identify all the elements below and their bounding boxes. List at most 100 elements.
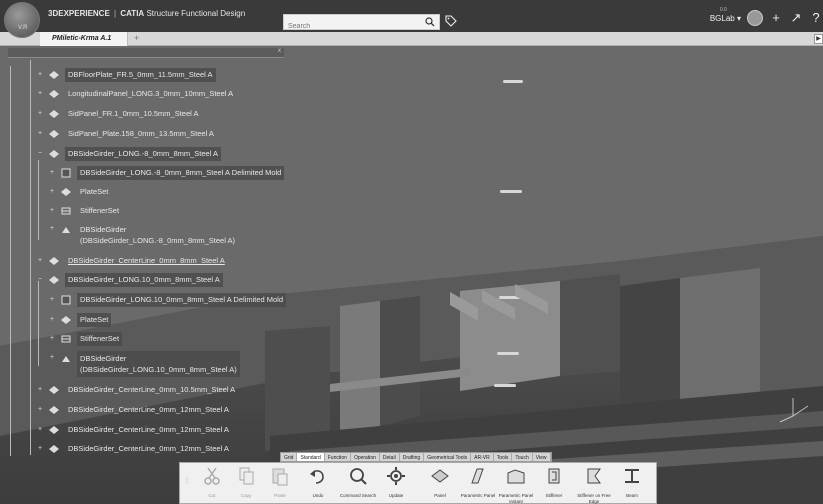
- expand-icon[interactable]: +: [50, 316, 57, 323]
- tree-node[interactable]: + SidPanel_Plate.158_0mm_13.5mm_Steel A: [38, 127, 217, 141]
- tree-node-label: DBSideGirder_LONG.-8_0mm_8mm_Steel A: [65, 147, 222, 161]
- expand-icon[interactable]: +: [38, 445, 45, 452]
- tree-node-label: LongitudinalPanel_LONG.3_0mm_10mm_Steel …: [68, 89, 234, 98]
- tab-document[interactable]: PMiletic-Krma A.1: [40, 32, 128, 46]
- expand-icon[interactable]: +: [38, 110, 45, 117]
- collapse-icon[interactable]: −: [38, 150, 45, 157]
- avatar[interactable]: [747, 10, 763, 26]
- close-icon[interactable]: x: [278, 48, 281, 54]
- tab-view[interactable]: View: [533, 453, 551, 461]
- tenant-sup: 0.0: [719, 6, 727, 13]
- tab-function[interactable]: Function: [325, 453, 351, 461]
- tree-node-label-line2: (DBSideGirder_LONG.10_0mm_8mm_Steel A): [80, 365, 237, 374]
- stiffener-button[interactable]: Stiffener: [534, 465, 574, 499]
- brand-prefix: 3DEXPERIENCE: [48, 9, 110, 18]
- expand-icon[interactable]: +: [50, 335, 57, 342]
- tree-node[interactable]: + DBSideGirder_LONG.10_0mm_8mm_Steel A De…: [50, 293, 287, 307]
- tenant-label: BGLab: [709, 13, 735, 23]
- stiffener-free-edge-button[interactable]: Stiffener on Free Edge: [574, 465, 614, 504]
- expand-icon[interactable]: +: [38, 426, 45, 433]
- tree-node-label: SidPanel_FR.1_0mm_10.5mm_Steel A: [68, 109, 199, 118]
- tree-node[interactable]: − DBSideGirder_LONG.-8_0mm_8mm_Steel A: [38, 147, 222, 161]
- tab-detail[interactable]: Detail: [380, 453, 400, 461]
- add-tab-button[interactable]: +: [134, 33, 139, 43]
- tag-icon[interactable]: [445, 15, 457, 27]
- plate-icon: [49, 406, 59, 414]
- tree-node-label: PlateSet: [80, 187, 109, 196]
- drag-handle-icon[interactable]: ⋮: [184, 477, 190, 484]
- expand-icon[interactable]: +: [38, 130, 45, 137]
- tree-node[interactable]: + DBSideGirder (DBSideGirder_LONG.10_0mm_8…: [50, 351, 240, 377]
- tab-grid[interactable]: Grid: [281, 453, 298, 461]
- expand-icon[interactable]: +: [38, 386, 45, 393]
- tree-node-label: DBSideGirder_CenterLine_0mm_12mm_Steel A: [68, 425, 229, 434]
- parametric-panel-icon: [471, 468, 484, 484]
- command-search-label: Command Search: [339, 493, 377, 498]
- top-right-tools: 0.0 BGLab ▾ + ↗ ?: [710, 6, 823, 30]
- tree-node[interactable]: + DBFloorPlate_FR.5_0mm_11.5mm_Steel A: [38, 68, 216, 82]
- tree-node[interactable]: + LongitudinalPanel_LONG.3_0mm_10mm_Steel…: [38, 87, 236, 101]
- update-label: Update: [388, 493, 404, 498]
- help-icon[interactable]: ?: [809, 11, 823, 25]
- panel-toggle-icon[interactable]: ▶: [814, 34, 823, 44]
- expand-icon[interactable]: +: [50, 169, 57, 176]
- collapse-icon[interactable]: −: [38, 276, 45, 283]
- expand-icon[interactable]: +: [38, 257, 45, 264]
- tree-connector: [38, 281, 39, 366]
- tab-drafting[interactable]: Drafting: [400, 453, 425, 461]
- add-icon[interactable]: +: [769, 11, 783, 25]
- expand-icon[interactable]: +: [38, 90, 45, 97]
- search-icon[interactable]: [425, 17, 435, 27]
- tree-node[interactable]: + DBSideGirder_CenterLine_0mm_10.5mm_Stee…: [38, 383, 238, 397]
- tree-node[interactable]: + StiffenerSet: [50, 332, 123, 346]
- tree-node[interactable]: + DBSideGirder_CenterLine_0mm_12mm_Steel …: [38, 403, 232, 417]
- stiffenerset-icon: [61, 335, 71, 343]
- expand-icon[interactable]: +: [50, 207, 57, 214]
- undo-button[interactable]: Undo: [298, 465, 338, 499]
- paste-button[interactable]: Paste: [260, 465, 300, 499]
- tree-connector: [10, 66, 11, 456]
- tab-geometrical-tools[interactable]: Geometrical Tools: [424, 453, 472, 461]
- plateset-icon: [61, 188, 71, 196]
- tree-node-label: SidPanel_Plate.158_0mm_13.5mm_Steel A: [68, 129, 214, 138]
- beam-button[interactable]: Beam: [612, 465, 652, 499]
- plate-icon: [49, 257, 59, 265]
- tab-ar-vr[interactable]: AR-VR: [471, 453, 494, 461]
- compass-icon[interactable]: V.R: [4, 2, 40, 38]
- tree-node[interactable]: + DBSideGirder_CenterLine_0mm_12mm_Steel …: [38, 423, 232, 437]
- tab-tools[interactable]: Tools: [494, 453, 513, 461]
- tree-node[interactable]: + SidPanel_FR.1_0mm_10.5mm_Steel A: [38, 107, 202, 121]
- tab-touch[interactable]: Touch: [512, 453, 533, 461]
- parametric-panel-instant-button[interactable]: Parametric Panel Instant: [496, 465, 536, 504]
- tenant-selector[interactable]: 0.0 BGLab ▾: [709, 7, 741, 23]
- tree-node[interactable]: + PlateSet: [50, 185, 111, 199]
- stiffener-icon: [548, 468, 560, 484]
- tab-operation[interactable]: Operation: [351, 453, 380, 461]
- tree-node[interactable]: + DBSideGirder_LONG.-8_0mm_8mm_Steel A De…: [50, 166, 285, 180]
- beam-icon: [625, 469, 639, 483]
- tree-node-label-line2: (DBSideGirder_LONG.-8_0mm_8mm_Steel A): [80, 236, 236, 245]
- tree-node[interactable]: − DBSideGirder_LONG.10_0mm_8mm_Steel A: [38, 273, 223, 287]
- expand-icon[interactable]: +: [38, 71, 45, 78]
- expand-icon[interactable]: +: [50, 354, 57, 361]
- plate-icon: [49, 276, 59, 284]
- expand-icon[interactable]: +: [50, 225, 57, 232]
- tree-node[interactable]: + DBSideGirder_CenterLine_0mm_8mm_Steel A: [38, 254, 228, 268]
- expand-icon[interactable]: +: [50, 296, 57, 303]
- panel-button[interactable]: Panel: [420, 465, 460, 499]
- parametric-panel-button[interactable]: Parametric Panel: [458, 465, 498, 499]
- search-box: [283, 14, 440, 34]
- tree-node[interactable]: + DBSideGirder (DBSideGirder_LONG.-8_0mm_8…: [50, 222, 238, 248]
- update-button[interactable]: Update: [376, 465, 416, 499]
- expand-icon[interactable]: +: [50, 188, 57, 195]
- tree-node-label: DBSideGirder_LONG.10_0mm_8mm_Steel A Del…: [77, 293, 287, 307]
- tree-header: x: [8, 48, 284, 58]
- share-icon[interactable]: ↗: [789, 11, 803, 25]
- tab-standard[interactable]: Standard: [297, 453, 325, 461]
- tree-node[interactable]: + PlateSet: [50, 313, 112, 327]
- command-search-button[interactable]: Command Search: [338, 465, 378, 499]
- expand-icon[interactable]: +: [38, 406, 45, 413]
- tree-node[interactable]: + StiffenerSet: [50, 204, 122, 218]
- chevron-down-icon: ▾: [736, 13, 741, 23]
- 3d-viewport[interactable]: x + DBFloorPlate_FR.5_0mm_11.5mm_Steel A …: [0, 46, 823, 504]
